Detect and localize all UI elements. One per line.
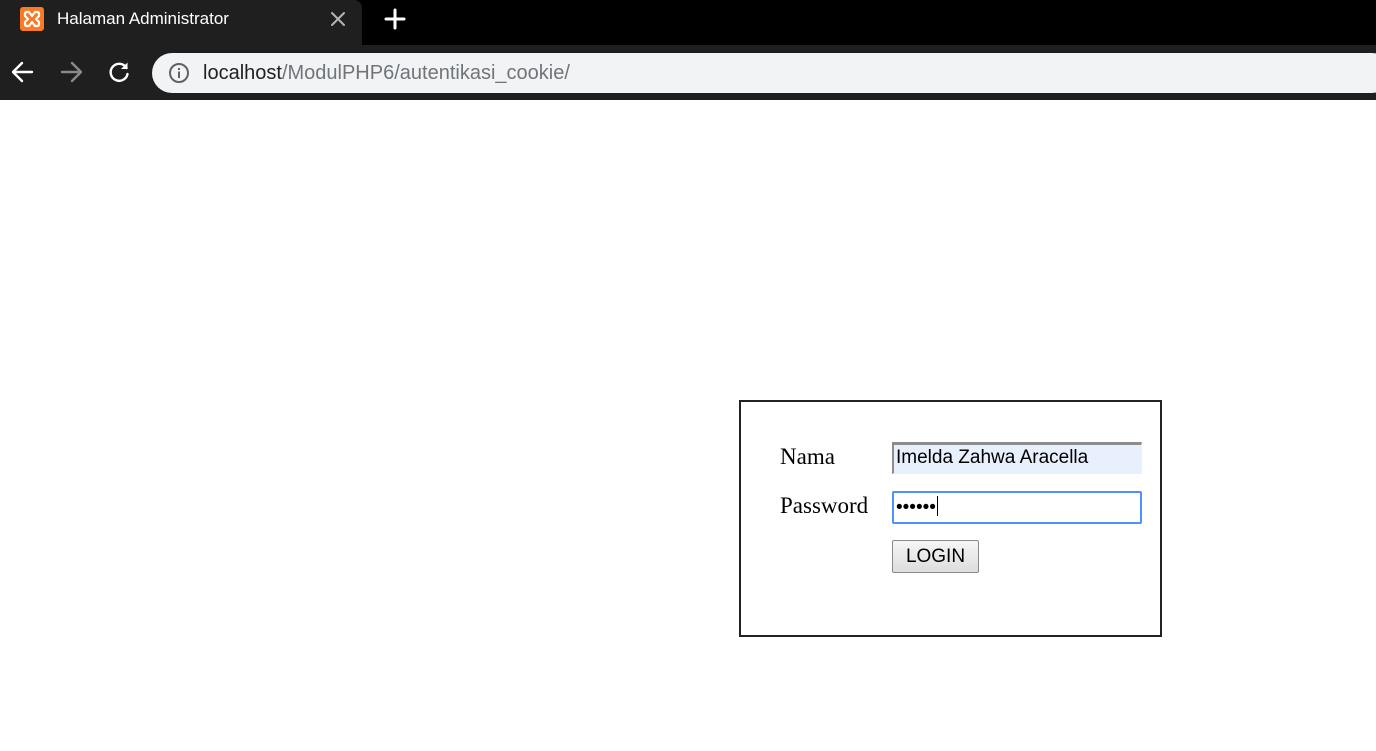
close-icon[interactable] (328, 9, 348, 29)
login-button[interactable]: LOGIN (892, 540, 979, 573)
browser-toolbar: localhost/ModulPHP6/autentikasi_cookie/ (0, 45, 1376, 100)
reload-icon[interactable] (106, 59, 132, 85)
xampp-logo-icon (20, 7, 44, 31)
new-tab-icon[interactable] (384, 8, 406, 30)
password-label: Password (780, 493, 869, 518)
password-input[interactable]: •••••• (892, 491, 1142, 524)
browser-tab[interactable]: Halaman Administrator (0, 0, 362, 45)
tab-strip: Halaman Administrator (0, 0, 1376, 45)
text-cursor (936, 496, 938, 516)
url-path: /ModulPHP6/autentikasi_cookie/ (281, 62, 570, 84)
back-arrow-icon[interactable] (10, 59, 36, 85)
nama-label: Nama (780, 444, 835, 469)
info-icon[interactable] (168, 62, 190, 84)
address-bar[interactable]: localhost/ModulPHP6/autentikasi_cookie/ (152, 53, 1376, 93)
url-text: localhost/ModulPHP6/autentikasi_cookie/ (203, 61, 570, 85)
login-form: Nama Imelda Zahwa Aracella Password ••••… (739, 400, 1162, 637)
url-host: localhost (203, 62, 282, 84)
nama-input[interactable]: Imelda Zahwa Aracella (892, 442, 1142, 474)
forward-arrow-icon[interactable] (58, 59, 84, 85)
password-value: •••••• (896, 497, 936, 518)
tab-title: Halaman Administrator (57, 9, 229, 28)
